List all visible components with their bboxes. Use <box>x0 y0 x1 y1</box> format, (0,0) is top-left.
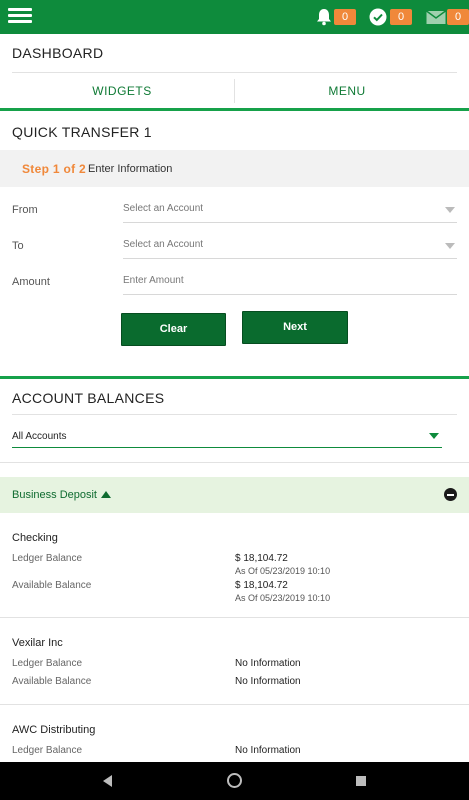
to-label: To <box>12 240 24 252</box>
divider <box>12 72 457 73</box>
account-name[interactable]: Checking <box>12 532 58 544</box>
clear-button[interactable]: Clear <box>121 313 226 346</box>
accounts-filter-select[interactable]: All Accounts <box>12 426 442 448</box>
amount-input[interactable]: Enter Amount <box>123 271 457 295</box>
group-label[interactable]: Business Deposit <box>12 489 97 501</box>
chevron-down-icon <box>445 243 455 249</box>
ledger-balance-value: No Information <box>235 745 301 756</box>
from-account-select[interactable]: Select an Account <box>123 199 457 223</box>
check-circle-icon[interactable] <box>368 7 388 27</box>
bell-icon[interactable] <box>314 7 334 27</box>
section-top-border <box>0 108 469 111</box>
divider <box>0 462 469 463</box>
mail-icon[interactable] <box>425 7 447 27</box>
tab-widgets[interactable]: WIDGETS <box>12 84 232 98</box>
divider <box>12 414 457 415</box>
tab-menu[interactable]: MENU <box>237 84 457 98</box>
home-icon[interactable] <box>227 773 242 788</box>
quick-transfer-title: QUICK TRANSFER 1 <box>12 124 152 140</box>
accounts-filter-value: All Accounts <box>12 431 67 442</box>
account-name[interactable]: Vexilar Inc <box>12 637 63 649</box>
amount-placeholder: Enter Amount <box>123 275 184 286</box>
dashboard-title: DASHBOARD <box>12 45 104 61</box>
ledger-balance-value: $ 18,104.72 <box>235 553 288 564</box>
available-balance-value: No Information <box>235 676 301 687</box>
chevron-down-icon <box>445 207 455 213</box>
available-balance-value: $ 18,104.72 <box>235 580 288 591</box>
minus-circle-icon[interactable] <box>444 488 457 501</box>
menu-icon[interactable] <box>8 8 32 26</box>
approvals-badge: 0 <box>390 9 412 25</box>
account-balances-title: ACCOUNT BALANCES <box>12 390 165 406</box>
tab-divider <box>234 79 235 103</box>
to-account-select[interactable]: Select an Account <box>123 235 457 259</box>
available-balance-label: Available Balance <box>12 580 92 591</box>
divider <box>0 704 469 705</box>
ledger-balance-label: Ledger Balance <box>12 553 83 564</box>
from-label: From <box>12 204 38 216</box>
chevron-down-icon <box>429 433 439 439</box>
step-label: Step 1 of 2 <box>22 162 86 176</box>
to-placeholder: Select an Account <box>123 239 204 250</box>
ledger-balance-label: Ledger Balance <box>12 745 83 756</box>
available-balance-label: Available Balance <box>12 676 92 687</box>
app-bar: 0 0 0 <box>0 0 469 34</box>
recents-icon[interactable] <box>356 776 366 786</box>
next-button[interactable]: Next <box>242 311 348 344</box>
section-top-border <box>0 376 469 379</box>
available-balance-asof: As Of 05/23/2019 10:10 <box>235 593 331 603</box>
messages-badge: 0 <box>447 9 469 25</box>
back-icon[interactable] <box>103 775 112 787</box>
ledger-balance-label: Ledger Balance <box>12 658 83 669</box>
notifications-badge: 0 <box>334 9 356 25</box>
account-name[interactable]: AWC Distributing <box>12 724 95 736</box>
from-placeholder: Select an Account <box>123 203 204 214</box>
ledger-balance-asof: As Of 05/23/2019 10:10 <box>235 566 331 576</box>
amount-label: Amount <box>12 276 50 288</box>
divider <box>0 617 469 618</box>
ledger-balance-value: No Information <box>235 658 301 669</box>
chevron-up-icon[interactable] <box>101 491 111 498</box>
step-text: Enter Information <box>88 163 173 175</box>
